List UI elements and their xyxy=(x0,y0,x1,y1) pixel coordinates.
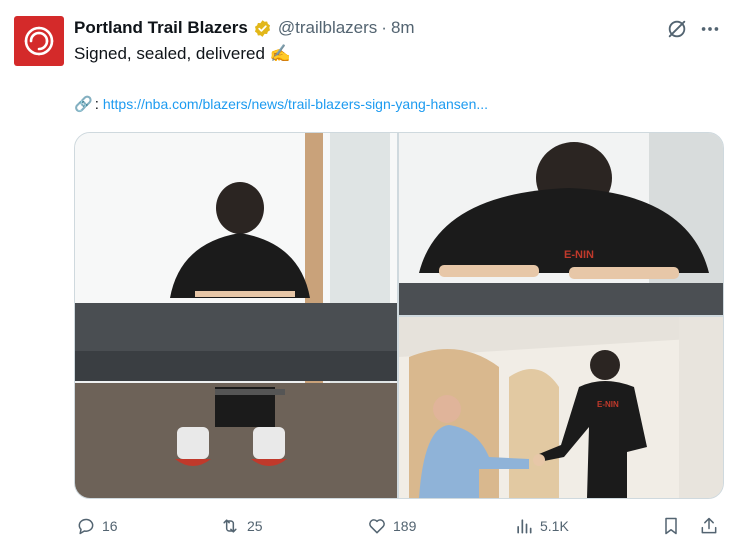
tweet-header: Portland Trail Blazers @trailblazers · 8… xyxy=(74,17,415,39)
svg-text:E-NIN: E-NIN xyxy=(597,400,619,409)
heart-icon xyxy=(369,519,385,534)
separator-dot: · xyxy=(381,18,387,37)
article-link[interactable]: https://nba.com/blazers/news/trail-blaze… xyxy=(103,96,488,112)
action-bar: 16 25 189 5.1K xyxy=(0,512,743,540)
link-line: 🔗 : https://nba.com/blazers/news/trail-b… xyxy=(74,95,488,114)
views-icon xyxy=(517,519,532,534)
reply-button[interactable]: 16 xyxy=(76,512,118,540)
trail-blazers-logo-icon xyxy=(24,26,54,56)
like-button[interactable]: 189 xyxy=(367,512,416,540)
svg-text:E-NIN: E-NIN xyxy=(564,249,594,261)
reply-icon xyxy=(78,518,94,535)
bookmark-icon xyxy=(665,517,677,535)
reply-count: 16 xyxy=(102,518,118,534)
photo-signing-table[interactable] xyxy=(75,133,397,498)
like-count: 189 xyxy=(393,518,417,534)
repost-icon xyxy=(223,519,237,533)
link-colon: : xyxy=(94,95,99,113)
views-button[interactable]: 5.1K xyxy=(514,512,569,540)
media-grid: E-NIN E-NIN xyxy=(74,132,724,499)
more-icon[interactable] xyxy=(697,16,723,42)
author-name[interactable]: Portland Trail Blazers xyxy=(74,18,248,38)
grok-icon[interactable] xyxy=(664,16,690,42)
photo-signing-closeup[interactable]: E-NIN xyxy=(399,133,723,315)
author-handle[interactable]: @trailblazers xyxy=(278,18,377,38)
share-icon xyxy=(701,517,717,534)
share-button[interactable] xyxy=(699,512,719,540)
timestamp[interactable]: 8m xyxy=(391,18,415,38)
link-emoji: 🔗 xyxy=(74,96,93,113)
repost-count: 25 xyxy=(247,518,263,534)
verified-badge-icon[interactable] xyxy=(253,19,272,38)
repost-button[interactable]: 25 xyxy=(219,512,263,540)
views-count: 5.1K xyxy=(540,518,569,534)
tweet-text: Signed, sealed, delivered ✍️ xyxy=(74,44,291,63)
avatar[interactable] xyxy=(14,16,64,66)
photo-handshake[interactable]: E-NIN xyxy=(399,317,723,498)
bookmark-button[interactable] xyxy=(661,512,681,540)
